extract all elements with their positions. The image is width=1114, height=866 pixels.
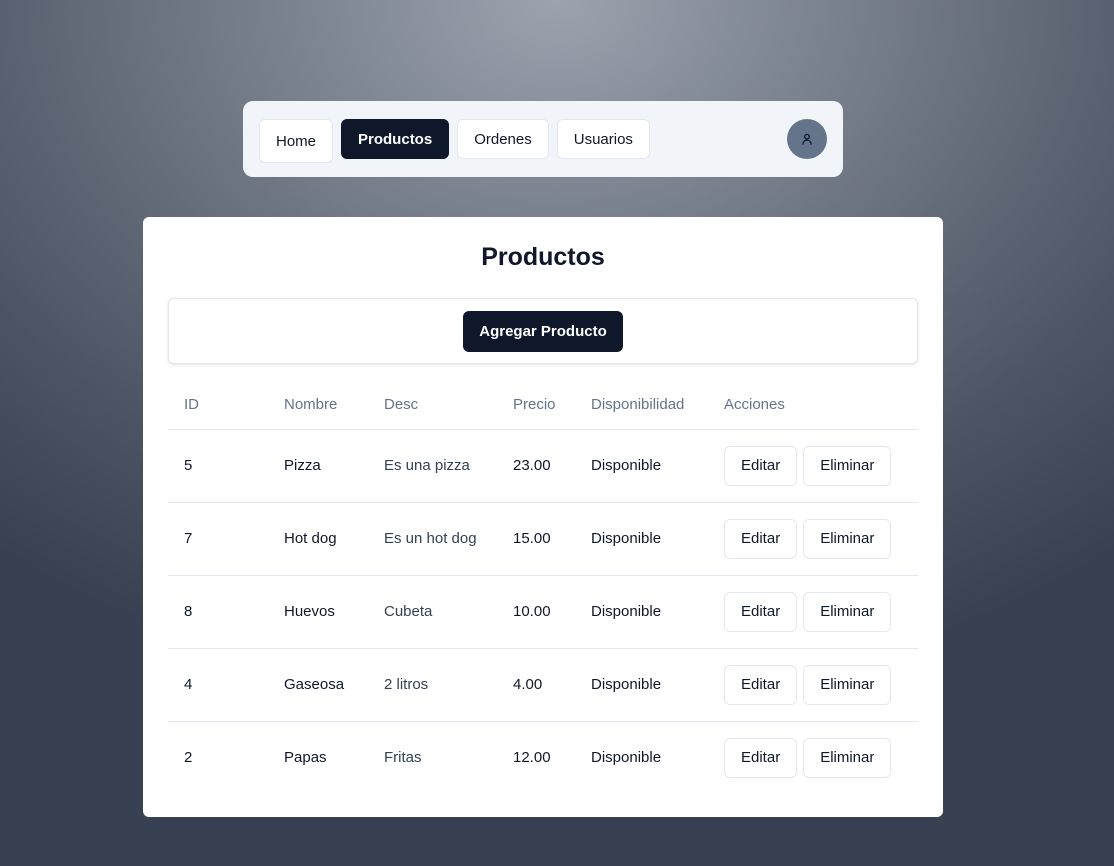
cell-name: Huevos	[268, 575, 368, 649]
table-body: 5 Pizza Es una pizza 23.00 Disponible Ed…	[168, 429, 918, 794]
cell-price: 15.00	[497, 502, 575, 576]
cell-actions: Editar Eliminar	[708, 575, 918, 649]
cell-desc: Cubeta	[368, 575, 497, 649]
column-header-nombre: Nombre	[268, 381, 368, 430]
cell-status: Disponible	[591, 749, 662, 767]
cell-id: 5	[168, 429, 268, 503]
cell-price: 23.00	[497, 429, 575, 503]
cell-desc: Es un hot dog	[368, 502, 497, 576]
nav-usuarios-button[interactable]: Usuarios	[556, 119, 650, 159]
page-title: Productos	[481, 243, 605, 271]
column-header-disponibilidad: Disponibilidad	[575, 381, 708, 430]
add-product-button[interactable]: Agregar Producto	[463, 310, 623, 352]
cell-id: 4	[168, 648, 268, 722]
cell-id: 7	[168, 502, 268, 576]
nav-ordenes-button[interactable]: Ordenes	[457, 119, 549, 159]
products-table: ID Nombre Desc Precio Disponibilidad Acc…	[168, 381, 918, 794]
nav-home-button[interactable]: Home	[259, 119, 334, 163]
nav-productos-button[interactable]: Productos	[341, 119, 450, 159]
table-row: 7 Hot dog Es un hot dog 15.00 Disponible…	[168, 502, 918, 576]
table-row: 8 Huevos Cubeta 10.00 Disponible Editar E…	[168, 575, 918, 649]
cell-desc: 2 litros	[368, 648, 497, 722]
edit-button[interactable]: Editar	[724, 664, 798, 705]
user-icon	[802, 133, 812, 145]
column-header-id: ID	[168, 381, 268, 430]
table-row: 2 Papas Fritas 12.00 Disponible Editar El…	[168, 721, 918, 794]
cell-price: 12.00	[513, 749, 551, 767]
edit-button[interactable]: Editar	[724, 591, 798, 632]
cell-name: Pizza	[268, 429, 368, 503]
nav-menu: Home Productos Ordenes Usuarios	[259, 115, 650, 163]
table-row: 5 Pizza Es una pizza 23.00 Disponible Ed…	[168, 429, 918, 503]
top-navbar: Home Productos Ordenes Usuarios	[243, 101, 843, 177]
cell-desc: Es una pizza	[368, 429, 497, 503]
cell-actions: Editar Eliminar	[708, 429, 918, 503]
cell-actions: Editar Eliminar	[708, 648, 918, 722]
column-header-precio: Precio	[497, 381, 575, 430]
cell-id: 2	[184, 749, 193, 767]
actions-toolbar: Agregar Producto	[168, 298, 918, 364]
user-avatar-button[interactable]	[787, 119, 827, 159]
column-header-acciones: Acciones	[708, 381, 918, 430]
cell-id: 8	[168, 575, 268, 649]
cell-name: Hot dog	[268, 502, 368, 576]
delete-button[interactable]: Eliminar	[803, 518, 892, 559]
cell-price: 4.00	[497, 648, 575, 722]
edit-button[interactable]: Editar	[724, 737, 798, 778]
edit-button[interactable]: Editar	[724, 518, 798, 559]
edit-button[interactable]: Editar	[724, 445, 798, 486]
cell-price: 10.00	[497, 575, 575, 649]
cell-status: Disponible	[575, 502, 708, 576]
delete-button[interactable]: Eliminar	[803, 664, 892, 705]
cell-actions: Editar Eliminar	[708, 721, 918, 794]
cell-status: Disponible	[575, 429, 708, 503]
cell-name: Gaseosa	[268, 648, 368, 722]
cell-desc: Fritas	[384, 749, 422, 767]
delete-button[interactable]: Eliminar	[803, 591, 892, 632]
cell-status: Disponible	[575, 575, 708, 649]
delete-button[interactable]: Eliminar	[803, 737, 892, 778]
table-row: 4 Gaseosa 2 litros 4.00 Disponible Edita…	[168, 648, 918, 722]
table-header: ID Nombre Desc Precio Disponibilidad Acc…	[168, 381, 918, 430]
products-card: Productos Agregar Producto ID Nombre Des…	[143, 217, 943, 817]
cell-name: Papas	[284, 749, 327, 767]
column-header-desc: Desc	[368, 381, 497, 430]
cell-status: Disponible	[575, 648, 708, 722]
cell-actions: Editar Eliminar	[708, 502, 918, 576]
delete-button[interactable]: Eliminar	[803, 445, 892, 486]
